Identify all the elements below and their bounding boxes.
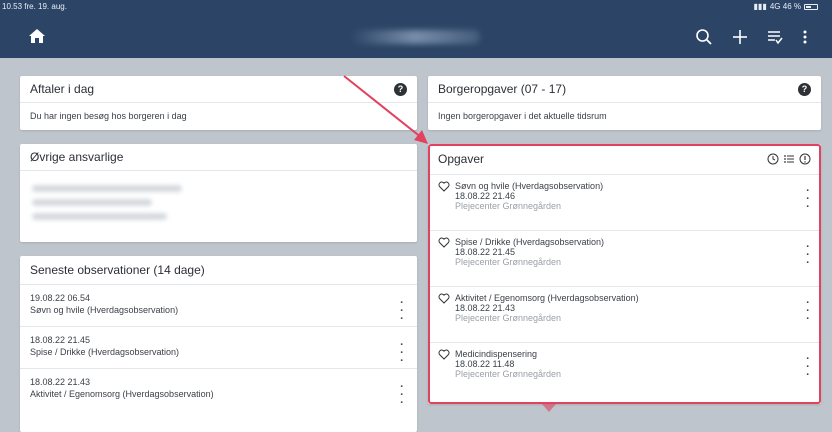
alert-icon[interactable]: [799, 153, 811, 165]
more-vertical-icon[interactable]: [800, 28, 810, 46]
task-row[interactable]: Medicindispensering 18.08.22 11.48 Pleje…: [428, 342, 821, 398]
signal-icon: ▮▮▮: [753, 2, 767, 11]
citizen-tasks-empty-text: Ingen borgeropgaver i det aktuelle tidsr…: [428, 102, 821, 129]
heart-icon: [438, 293, 450, 304]
task-row[interactable]: Spise / Drikke (Hverdagsobservation) 18.…: [428, 230, 821, 286]
recent-observations-panel: Seneste observationer (14 dage) 19.08.22…: [20, 256, 417, 432]
citizen-tasks-title: Borgeropgaver (07 - 17): [438, 82, 567, 96]
task-time: 18.08.22 21.43: [455, 303, 516, 313]
other-responsible-panel: Øvrige ansvarlige: [20, 144, 417, 242]
observation-row[interactable]: 18.08.22 21.43 Aktivitet / Egenomsorg (Hv…: [20, 368, 417, 410]
task-time: 18.08.22 11.48: [455, 359, 515, 369]
more-vertical-icon[interactable]: · · ·: [803, 349, 813, 398]
tasks-panel: Opgaver Søvn og hvile (Hverdagsobservati…: [428, 144, 821, 404]
appointments-empty-text: Du har ingen besøg hos borgeren i dag: [20, 102, 417, 129]
battery-icon: [804, 3, 818, 10]
observation-row[interactable]: 18.08.22 21.45 Spise / Drikke (Hverdagsob…: [20, 326, 417, 368]
network-status: 4G 46 %: [769, 2, 801, 11]
home-icon[interactable]: [28, 28, 46, 44]
recent-observations-title: Seneste observationer (14 dage): [30, 263, 205, 277]
other-responsible-title: Øvrige ansvarlige: [30, 150, 124, 164]
more-vertical-icon[interactable]: · · ·: [803, 237, 813, 286]
task-place: Plejecenter Grønnegården: [455, 201, 562, 211]
appointments-title: Aftaler i dag: [30, 82, 95, 96]
task-name: Aktivitet / Egenomsorg (Hverdagsobservat…: [455, 293, 639, 303]
heart-icon: [438, 237, 450, 248]
task-place: Plejecenter Grønnegården: [455, 257, 562, 267]
clock-icon[interactable]: [767, 153, 779, 165]
task-place: Plejecenter Grønnegården: [455, 369, 562, 379]
task-name: Spise / Drikke (Hverdagsobservation): [455, 237, 605, 247]
task-row[interactable]: Aktivitet / Egenomsorg (Hverdagsobservat…: [428, 286, 821, 342]
search-icon[interactable]: [695, 28, 713, 46]
appointments-panel: Aftaler i dag ? Du har ingen besøg hos b…: [20, 76, 417, 130]
task-time: 18.08.22 21.45: [455, 247, 516, 257]
observation-row[interactable]: 19.08.22 06.54 Søvn og hvile (Hverdagsobs…: [20, 284, 417, 326]
heart-icon: [438, 349, 450, 360]
task-time: 18.08.22 21.46: [455, 191, 516, 201]
task-name: Søvn og hvile (Hverdagsobservation): [455, 181, 604, 191]
list-icon[interactable]: [783, 153, 795, 165]
more-vertical-icon[interactable]: · · ·: [397, 293, 407, 325]
task-name: Medicindispensering: [455, 349, 538, 359]
app-header: 10.53 fre. 19. aug. ▮▮▮ 4G 46 %: [0, 0, 832, 58]
status-indicators: ▮▮▮ 4G 46 %: [754, 2, 818, 11]
help-icon[interactable]: ?: [798, 82, 811, 96]
task-row[interactable]: Søvn og hvile (Hverdagsobservation) 18.0…: [428, 174, 821, 230]
blurred-responsible-list: [20, 170, 417, 241]
blurred-citizen-name: [350, 30, 480, 44]
annotation-arrow-icon: [542, 404, 556, 412]
more-vertical-icon[interactable]: · · ·: [803, 293, 813, 342]
tasks-title: Opgaver: [438, 152, 485, 166]
help-icon[interactable]: ?: [394, 82, 407, 96]
checklist-icon[interactable]: [766, 28, 784, 46]
more-vertical-icon[interactable]: · · ·: [397, 335, 407, 367]
citizen-tasks-panel: Borgeropgaver (07 - 17) ? Ingen borgerop…: [428, 76, 821, 130]
heart-icon: [438, 181, 450, 192]
more-vertical-icon[interactable]: · · ·: [803, 181, 813, 230]
plus-icon[interactable]: [731, 28, 749, 46]
status-time: 10.53 fre. 19. aug.: [2, 2, 67, 11]
more-vertical-icon[interactable]: · · ·: [397, 377, 407, 409]
task-place: Plejecenter Grønnegården: [455, 313, 562, 323]
